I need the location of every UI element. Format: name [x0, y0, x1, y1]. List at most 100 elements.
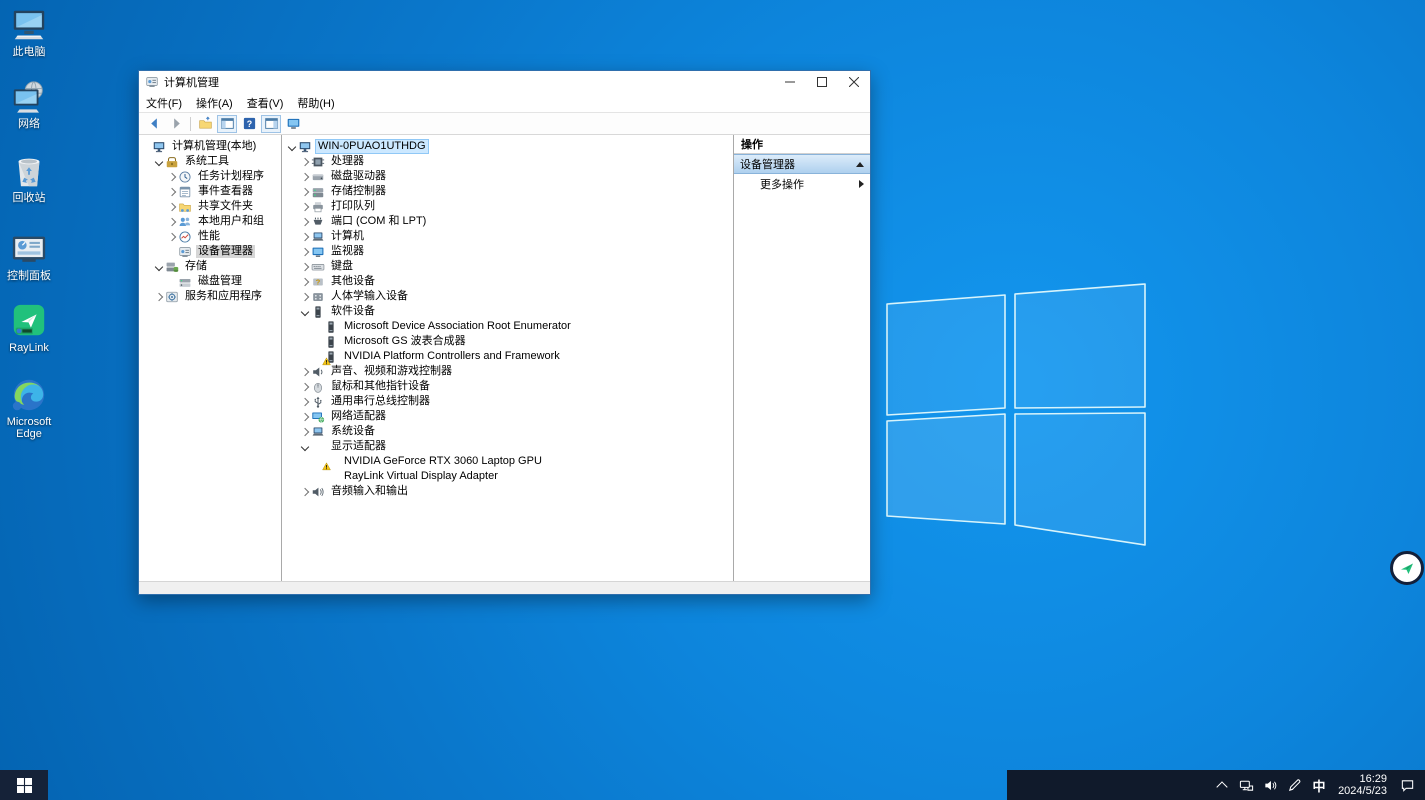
- expand-chevron-icon[interactable]: [167, 172, 175, 180]
- expand-chevron-icon[interactable]: [167, 232, 175, 240]
- device-tree-item[interactable]: 声音、视频和游戏控制器: [285, 364, 733, 379]
- actions-device-manager-item[interactable]: 设备管理器: [734, 154, 870, 174]
- collapse-chevron-icon[interactable]: [300, 442, 308, 450]
- device-tree-item[interactable]: 磁盘驱动器: [285, 169, 733, 184]
- expand-chevron-icon[interactable]: [300, 382, 308, 390]
- tray-expand-button[interactable]: [1210, 770, 1234, 800]
- pen-tray-icon[interactable]: [1282, 770, 1306, 800]
- device-tree-item[interactable]: 通用串行总线控制器: [285, 394, 733, 409]
- expand-chevron-icon[interactable]: [300, 202, 308, 210]
- action-pane-icon[interactable]: [261, 115, 281, 133]
- desktop-icon-control-panel[interactable]: 控制面板: [0, 230, 58, 282]
- expand-chevron-icon[interactable]: [167, 217, 175, 225]
- device-tree-item[interactable]: 网络适配器: [285, 409, 733, 424]
- desktop-icon-edge[interactable]: Microsoft Edge: [0, 376, 58, 440]
- action-center-button[interactable]: [1395, 770, 1419, 800]
- device-tree-item[interactable]: 监视器: [285, 244, 733, 259]
- collapse-arrow-icon[interactable]: [856, 162, 864, 167]
- close-button[interactable]: [838, 71, 870, 93]
- device-tree-label: NVIDIA GeForce RTX 3060 Laptop GPU: [342, 455, 544, 468]
- device-tree-item[interactable]: 显示适配器: [285, 439, 733, 454]
- help-icon[interactable]: [239, 115, 259, 133]
- minimize-button[interactable]: [774, 71, 806, 93]
- display-icon[interactable]: [283, 115, 303, 133]
- raylink-floating-button[interactable]: [1390, 551, 1424, 585]
- menu-帮助[interactable]: 帮助(H): [290, 93, 341, 112]
- device-tree-item[interactable]: 计算机: [285, 229, 733, 244]
- console-tree-item[interactable]: 存储: [139, 259, 281, 274]
- device-tree-item[interactable]: 人体学输入设备: [285, 289, 733, 304]
- up-level-icon[interactable]: [195, 115, 215, 133]
- console-tree-item[interactable]: 计算机管理(本地): [139, 139, 281, 154]
- expand-chevron-icon[interactable]: [300, 172, 308, 180]
- device-tree-item[interactable]: 软件设备: [285, 304, 733, 319]
- desktop-icon-this-pc[interactable]: 此电脑: [0, 6, 58, 58]
- ime-indicator[interactable]: 中: [1306, 776, 1332, 795]
- toolbar-separator: [190, 117, 191, 131]
- cpu-icon: [311, 155, 325, 169]
- console-tree-item[interactable]: 服务和应用程序: [139, 289, 281, 304]
- console-tree-item[interactable]: 任务计划程序: [139, 169, 281, 184]
- device-tree-item[interactable]: WIN-0PUAO1UTHDG: [285, 139, 733, 154]
- expand-chevron-icon[interactable]: [167, 187, 175, 195]
- device-tree-item[interactable]: Microsoft GS 波表合成器: [285, 334, 733, 349]
- volume-tray-icon[interactable]: [1258, 770, 1282, 800]
- collapse-chevron-icon[interactable]: [154, 262, 162, 270]
- more-actions-item[interactable]: 更多操作: [734, 174, 870, 194]
- desktop-icon-raylink[interactable]: RayLink: [0, 302, 58, 354]
- device-tree-item[interactable]: NVIDIA GeForce RTX 3060 Laptop GPU: [285, 454, 733, 469]
- device-tree-item[interactable]: RayLink Virtual Display Adapter: [285, 469, 733, 484]
- device-tree-item[interactable]: NVIDIA Platform Controllers and Framewor…: [285, 349, 733, 364]
- console-tree-item[interactable]: 设备管理器: [139, 244, 281, 259]
- device-tree-item[interactable]: 其他设备: [285, 274, 733, 289]
- expand-chevron-icon[interactable]: [300, 262, 308, 270]
- back-icon[interactable]: [144, 115, 164, 133]
- expand-chevron-icon[interactable]: [300, 187, 308, 195]
- device-tree-item[interactable]: 端口 (COM 和 LPT): [285, 214, 733, 229]
- expand-chevron-icon[interactable]: [300, 487, 308, 495]
- expand-chevron-icon[interactable]: [154, 292, 162, 300]
- expand-chevron-icon[interactable]: [300, 247, 308, 255]
- expand-chevron-icon[interactable]: [300, 277, 308, 285]
- taskbar-clock[interactable]: 16:29 2024/5/23: [1332, 773, 1395, 797]
- expand-chevron-icon[interactable]: [300, 397, 308, 405]
- console-tree-item[interactable]: 磁盘管理: [139, 274, 281, 289]
- forward-icon[interactable]: [166, 115, 186, 133]
- device-tree-item[interactable]: 打印队列: [285, 199, 733, 214]
- collapse-chevron-icon[interactable]: [300, 307, 308, 315]
- expand-chevron-icon[interactable]: [300, 367, 308, 375]
- software-icon: [324, 320, 338, 334]
- menu-查看[interactable]: 查看(V): [240, 93, 291, 112]
- network-tray-icon[interactable]: [1234, 770, 1258, 800]
- expand-chevron-icon[interactable]: [300, 232, 308, 240]
- device-tree-item[interactable]: 音频输入和输出: [285, 484, 733, 499]
- expand-chevron-icon[interactable]: [300, 412, 308, 420]
- console-tree-item[interactable]: 本地用户和组: [139, 214, 281, 229]
- expand-chevron-icon[interactable]: [167, 202, 175, 210]
- expand-chevron-icon[interactable]: [300, 217, 308, 225]
- device-tree-item[interactable]: 键盘: [285, 259, 733, 274]
- desktop-icon-recycle-bin[interactable]: 回收站: [0, 152, 58, 204]
- device-tree-item[interactable]: 存储控制器: [285, 184, 733, 199]
- device-tree-item[interactable]: 处理器: [285, 154, 733, 169]
- menu-文件[interactable]: 文件(F): [139, 93, 189, 112]
- console-tree-item[interactable]: 性能: [139, 229, 281, 244]
- mouse-icon: [311, 380, 325, 394]
- menu-操作[interactable]: 操作(A): [189, 93, 240, 112]
- expand-chevron-icon[interactable]: [300, 157, 308, 165]
- maximize-button[interactable]: [806, 71, 838, 93]
- expand-chevron-icon[interactable]: [300, 292, 308, 300]
- expand-chevron-icon[interactable]: [300, 427, 308, 435]
- device-tree-item[interactable]: 系统设备: [285, 424, 733, 439]
- console-tree-icon[interactable]: [217, 115, 237, 133]
- console-tree-item[interactable]: 系统工具: [139, 154, 281, 169]
- device-tree-item[interactable]: 鼠标和其他指针设备: [285, 379, 733, 394]
- collapse-chevron-icon[interactable]: [287, 142, 295, 150]
- desktop-icon-network[interactable]: 网络: [0, 78, 58, 130]
- console-tree-item[interactable]: 事件查看器: [139, 184, 281, 199]
- titlebar[interactable]: 计算机管理: [139, 71, 870, 93]
- device-tree-item[interactable]: Microsoft Device Association Root Enumer…: [285, 319, 733, 334]
- start-button[interactable]: [0, 770, 48, 800]
- collapse-chevron-icon[interactable]: [154, 157, 162, 165]
- console-tree-item[interactable]: 共享文件夹: [139, 199, 281, 214]
